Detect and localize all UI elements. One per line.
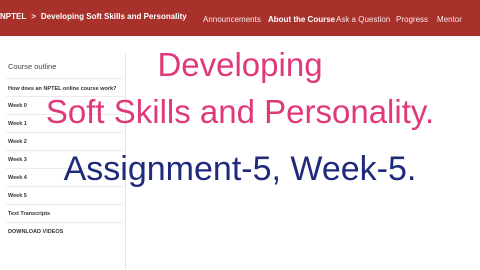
- nav-progress[interactable]: Progress: [396, 15, 428, 24]
- sidebar-item-week-2[interactable]: Week 2: [8, 139, 122, 145]
- divider: [6, 222, 124, 223]
- breadcrumb-home-link[interactable]: NPTEL: [0, 12, 26, 21]
- divider: [6, 132, 124, 133]
- sidebar-item-download-videos[interactable]: DOWNLOAD VIDEOS: [8, 229, 122, 235]
- divider: [6, 204, 124, 205]
- breadcrumb: NPTEL > Developing Soft Skills and Persona…: [0, 12, 187, 21]
- overlay-title-line-2: Soft Skills and Personality.: [45, 93, 435, 130]
- overlay-subtitle-line: Assignment-5, Week-5.: [63, 150, 417, 188]
- sidebar-item-how-it-works[interactable]: How does an NPTEL online course work?: [8, 86, 122, 92]
- overlay-title-line-1: Developing: [157, 46, 323, 83]
- breadcrumb-course-title[interactable]: Developing Soft Skills and Personality: [41, 12, 187, 21]
- top-nav-bar: NPTEL > Developing Soft Skills and Persona…: [0, 0, 480, 36]
- sidebar-item-week-5[interactable]: Week 5: [8, 193, 122, 199]
- nav-announcements[interactable]: Announcements: [203, 15, 261, 24]
- sidebar-item-text-transcripts[interactable]: Text Transcripts: [8, 211, 122, 217]
- breadcrumb-separator: >: [31, 12, 36, 21]
- nav-ask-a-question[interactable]: Ask a Question: [336, 15, 390, 24]
- nav-about-the-course[interactable]: About the Course: [268, 15, 335, 24]
- nav-mentor[interactable]: Mentor: [437, 15, 462, 24]
